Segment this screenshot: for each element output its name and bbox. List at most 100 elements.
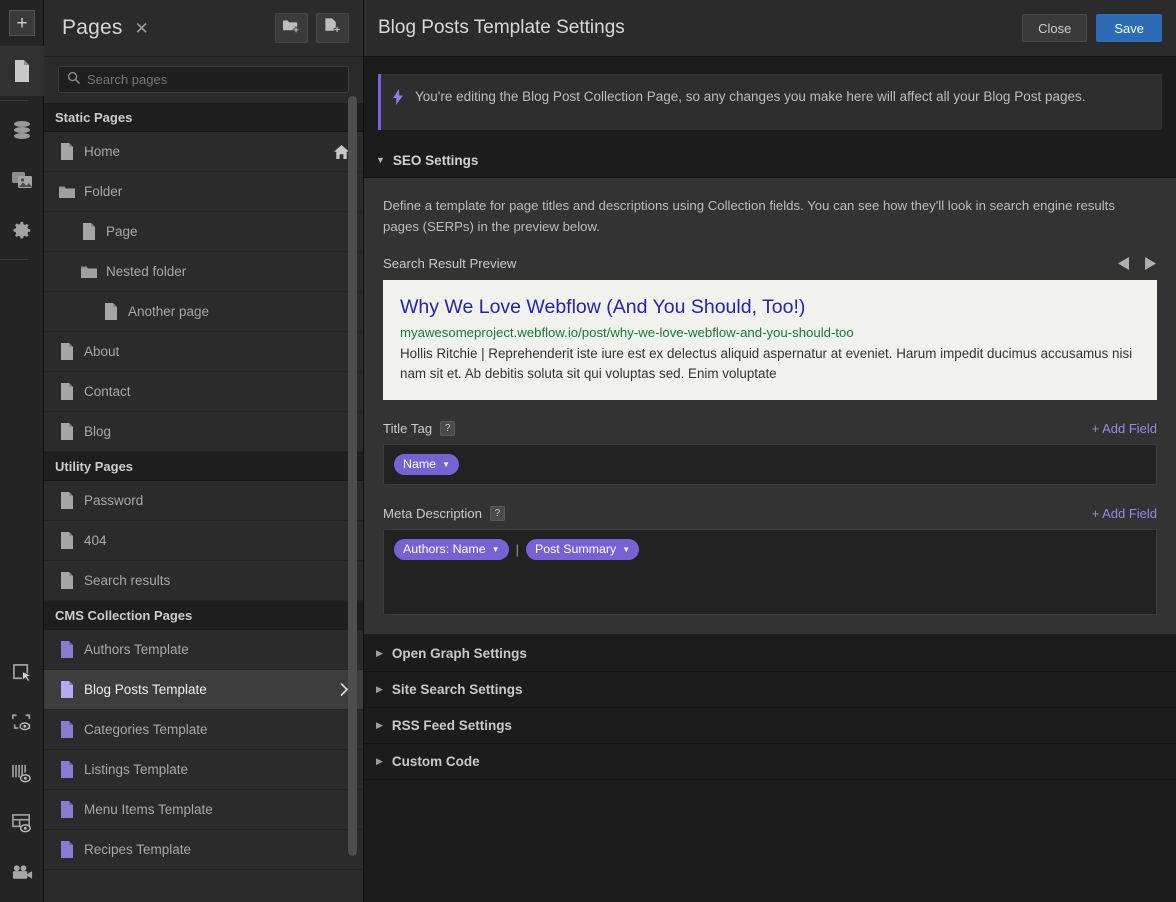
pages-panel-button[interactable] — [0, 46, 44, 96]
cms-page-icon — [58, 761, 75, 778]
title-tag-add-field-button[interactable]: + Add Field — [1092, 421, 1157, 436]
settings-panel-button[interactable] — [0, 205, 44, 255]
page-list-item[interactable]: Home — [44, 132, 363, 172]
page-list-item[interactable]: Listings Template — [44, 750, 363, 790]
cms-page-icon — [58, 801, 75, 818]
field-token[interactable]: Name ▼ — [394, 453, 459, 475]
page-list-item[interactable]: Recipes Template — [44, 830, 363, 870]
collapsed-section-header[interactable]: ▶ Open Graph Settings — [364, 636, 1176, 672]
meta-description-label: Meta Description — [383, 505, 482, 521]
collapsed-sections: ▶ Open Graph Settings ▶ Site Search Setting… — [364, 633, 1176, 780]
database-icon — [11, 119, 33, 141]
page-icon — [58, 383, 75, 400]
preview-marquee-button[interactable] — [0, 698, 44, 748]
page-list-item[interactable]: Password — [44, 481, 363, 521]
page-list-item[interactable]: Contact — [44, 372, 363, 412]
pages-panel-actions — [275, 13, 349, 43]
search-box[interactable] — [58, 66, 349, 93]
token-separator: | — [515, 541, 519, 557]
marquee-eye-icon — [11, 713, 33, 734]
save-button[interactable]: Save — [1096, 14, 1162, 42]
page-list-item-label: Categories Template — [84, 722, 208, 737]
title-tag-label: Title Tag — [383, 420, 433, 436]
collapsed-section-header[interactable]: ▶ RSS Feed Settings — [364, 708, 1176, 744]
field-token[interactable]: Post Summary ▼ — [525, 538, 640, 560]
page-list-item[interactable]: Authors Template — [44, 630, 363, 670]
page-icon — [80, 223, 97, 240]
close-button[interactable]: Close — [1022, 14, 1088, 42]
page-list-item[interactable]: Page — [44, 212, 363, 252]
left-icon-rail: + — [0, 0, 44, 902]
page-list-item[interactable]: Folder — [44, 172, 363, 212]
page-title: Blog Posts Template Settings — [378, 17, 625, 38]
pages-scrollbar-track[interactable] — [348, 96, 360, 884]
page-list-item[interactable]: Blog Posts Template — [44, 670, 363, 710]
add-element-button[interactable]: + — [0, 0, 44, 46]
page-list-item[interactable]: About — [44, 332, 363, 372]
page-list-item[interactable]: Another page — [44, 292, 363, 332]
page-list-item-label: Authors Template — [84, 642, 189, 657]
page-icon — [58, 143, 75, 160]
collection-page-notice: You're editing the Blog Post Collection … — [378, 74, 1162, 130]
collapsed-section-label: Site Search Settings — [391, 681, 523, 697]
cms-panel-button[interactable] — [0, 105, 44, 155]
chevron-down-icon: ▼ — [622, 544, 631, 554]
page-list-item-label: Blog — [84, 424, 112, 439]
search-result-preview-row: Search Result Preview — [383, 256, 1157, 271]
page-list-item-label: Page — [106, 224, 138, 239]
title-tag-input[interactable]: Name ▼ — [383, 443, 1157, 485]
lightning-icon — [381, 87, 415, 105]
serp-preview-card: Why We Love Webflow (And You Should, Too… — [383, 280, 1157, 400]
chevron-down-icon: ▼ — [376, 155, 385, 165]
meta-description-input[interactable]: Authors: Name ▼ | Post Summary ▼ — [383, 528, 1157, 615]
assets-panel-button[interactable] — [0, 155, 44, 205]
serp-title: Why We Love Webflow (And You Should, Too… — [400, 296, 806, 319]
page-plus-icon — [323, 17, 342, 39]
main-header: Blog Posts Template Settings Close Save — [364, 0, 1176, 57]
select-tool-button[interactable] — [0, 648, 44, 698]
collapsed-section-header[interactable]: ▶ Custom Code — [364, 744, 1176, 780]
page-icon — [58, 532, 75, 549]
new-folder-button[interactable] — [275, 13, 308, 43]
title-tag-help-icon[interactable]: ? — [440, 420, 456, 436]
cursor-icon — [12, 663, 33, 684]
chevron-down-icon: ▼ — [491, 544, 500, 554]
notice-wrapper: You're editing the Blog Post Collection … — [364, 57, 1176, 130]
layout-preview-button[interactable] — [0, 798, 44, 848]
rail-bottom-group — [0, 648, 43, 902]
collapsed-section-header[interactable]: ▶ Site Search Settings — [364, 672, 1176, 708]
page-list-item[interactable]: Categories Template — [44, 710, 363, 750]
chevron-down-icon: ▼ — [442, 459, 450, 469]
page-icon — [102, 303, 119, 320]
cms-page-icon — [58, 841, 75, 858]
meta-description-label-row: Meta Description ? + Add Field — [383, 505, 1157, 521]
pages-panel-header: Pages ✕ — [44, 0, 363, 57]
next-preview-button[interactable] — [1144, 256, 1157, 271]
seo-settings-section-header[interactable]: ▼ SEO Settings — [364, 144, 1176, 178]
page-list-item-label: Contact — [84, 384, 131, 399]
page-list-item-label: Folder — [84, 184, 123, 199]
page-list-item[interactable]: Nested folder — [44, 252, 363, 292]
serp-description: Hollis Ritchie | Reprehenderit iste iure… — [400, 345, 1133, 381]
field-token[interactable]: Authors: Name ▼ — [394, 538, 509, 560]
new-page-button[interactable] — [316, 13, 349, 43]
page-list-item[interactable]: Menu Items Template — [44, 790, 363, 830]
meta-description-help-icon[interactable]: ? — [489, 505, 505, 521]
pages-panel-title: Pages — [62, 16, 123, 39]
close-pages-panel-icon[interactable]: ✕ — [135, 20, 149, 37]
pages-scrollbar-thumb[interactable] — [348, 96, 357, 856]
search-input[interactable] — [87, 72, 340, 87]
video-tutorials-button[interactable] — [0, 848, 44, 898]
page-list-item[interactable]: Search results — [44, 561, 363, 601]
page-icon — [58, 423, 75, 440]
meta-description-add-field-button[interactable]: + Add Field — [1092, 506, 1157, 521]
collapsed-section-label: Custom Code — [391, 753, 480, 769]
preview-nav — [1117, 256, 1157, 271]
page-list-item[interactable]: Blog — [44, 412, 363, 452]
audit-panel-button[interactable] — [0, 748, 44, 798]
page-list-item-label: Another page — [128, 304, 210, 319]
page-list-item[interactable]: 404 — [44, 521, 363, 561]
pages-group-header: Utility Pages — [44, 452, 363, 481]
previous-preview-button[interactable] — [1117, 256, 1130, 271]
rail-top-group: + — [0, 0, 44, 264]
